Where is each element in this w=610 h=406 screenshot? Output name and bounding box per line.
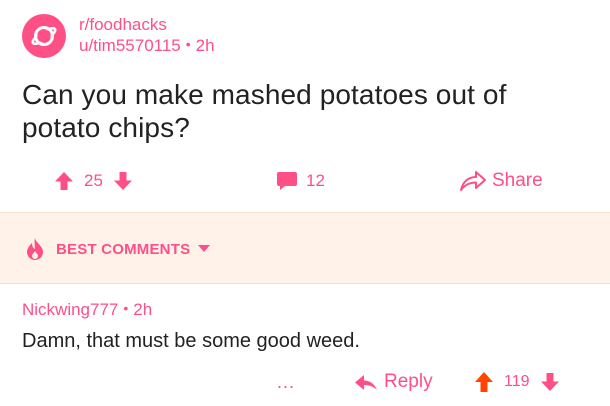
more-options-button[interactable]: ... (277, 372, 295, 393)
share-label: Share (492, 170, 543, 191)
share-button[interactable]: Share (460, 165, 543, 197)
comment-body: Damn, that must be some good weed. (22, 330, 360, 352)
post-age: 2h (195, 36, 215, 55)
comment-age: 2h (133, 300, 153, 319)
reply-arrow-icon (354, 372, 378, 392)
comment-meta: Nickwing777 • 2h (22, 300, 592, 320)
post-score: 25 (84, 171, 103, 190)
share-arrow-icon (460, 170, 486, 192)
upvote-arrow-icon[interactable] (54, 171, 74, 191)
comment-meta-separator: • (123, 300, 129, 316)
comment-vote-group: 119 (474, 366, 560, 398)
meta-separator: • (185, 36, 191, 52)
comment-author[interactable]: Nickwing777 (22, 300, 118, 319)
flame-icon (24, 237, 46, 261)
comments-button[interactable]: 12 (276, 165, 325, 197)
post-author-line: u/tim5570115 • 2h (79, 35, 215, 57)
comment-sort-bar: BEST COMMENTS (0, 212, 610, 284)
post-action-bar: 25 12 Share (0, 165, 610, 197)
post-meta: r/foodhacks u/tim5570115 • 2h (79, 15, 215, 57)
post-header: r/foodhacks u/tim5570115 • 2h (22, 14, 215, 58)
reply-label: Reply (384, 371, 433, 392)
post-title[interactable]: Can you make mashed potatoes out of pota… (22, 78, 592, 144)
upvote-arrow-icon[interactable] (474, 371, 494, 393)
planet-icon (29, 21, 59, 51)
post-vote-group: 25 (54, 165, 133, 197)
downvote-arrow-icon[interactable] (113, 171, 133, 191)
comment-action-bar: ... Reply 119 (0, 366, 610, 398)
reply-button[interactable]: Reply (354, 366, 433, 398)
best-comments-label: BEST COMMENTS (56, 240, 191, 258)
comment-score: 119 (504, 373, 530, 390)
comment-count: 12 (306, 171, 325, 190)
speech-bubble-icon (276, 170, 298, 192)
comment: Nickwing777 • 2h Damn, that must be some g… (22, 300, 592, 354)
post-author[interactable]: u/tim5570115 (79, 36, 181, 55)
subreddit-name[interactable]: r/foodhacks (79, 15, 215, 35)
chevron-down-icon (198, 245, 211, 253)
subreddit-avatar[interactable] (22, 14, 66, 58)
downvote-arrow-icon[interactable] (540, 372, 560, 392)
best-comments-dropdown[interactable]: BEST COMMENTS (24, 237, 211, 261)
